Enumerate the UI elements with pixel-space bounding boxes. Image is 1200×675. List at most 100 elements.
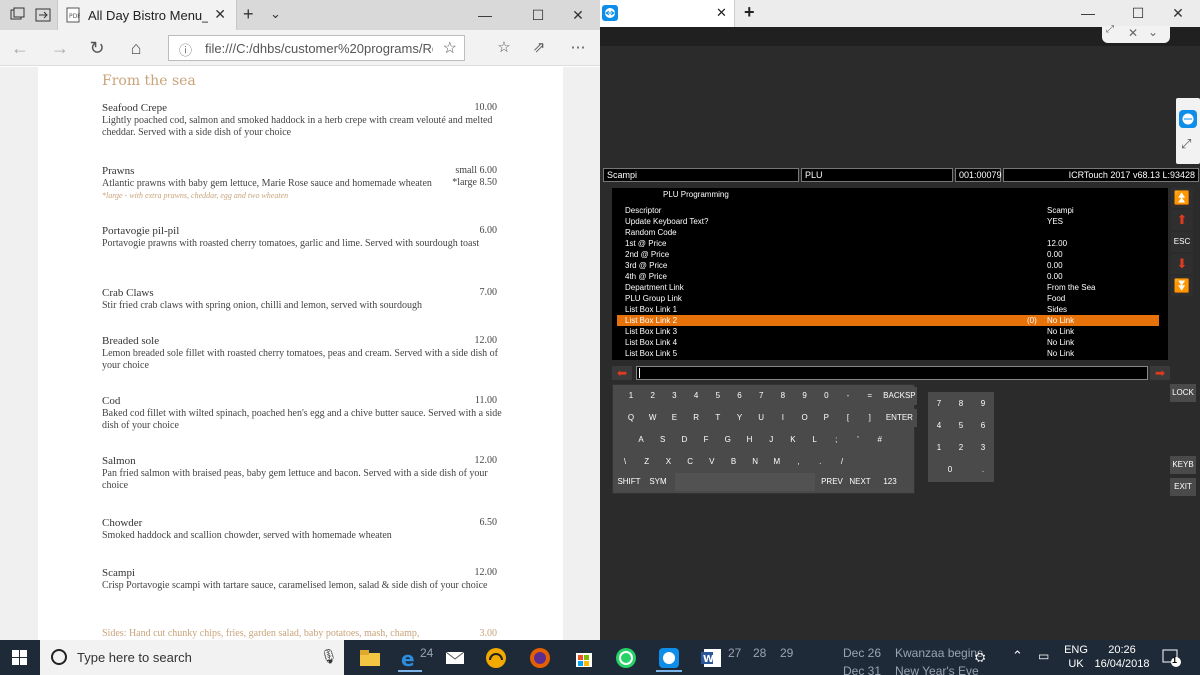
favorites-hub-icon[interactable]: ☆	[492, 36, 516, 60]
numpad-key[interactable]: 1	[928, 439, 950, 457]
more-options-icon[interactable]: ⋯	[566, 36, 590, 60]
key[interactable]: SHIFT	[615, 473, 643, 491]
key[interactable]: 0	[816, 387, 837, 405]
key[interactable]: [	[838, 409, 858, 427]
new-tab-icon[interactable]: +	[243, 4, 254, 25]
teamviewer-taskbar-icon[interactable]	[655, 644, 683, 672]
scroll-down-icon[interactable]: ⬇	[1171, 254, 1193, 274]
minimize-icon[interactable]: —	[462, 0, 508, 30]
plu-field-row[interactable]: Descriptor Scampi	[612, 205, 1168, 216]
key[interactable]: T	[707, 409, 728, 427]
plu-field-row[interactable]: 1st @ Price 12.00	[612, 238, 1168, 249]
key[interactable]: H	[739, 431, 760, 449]
plu-field-row[interactable]: 4th @ Price 0.00	[612, 271, 1168, 282]
plu-field-row[interactable]: 2nd @ Price 0.00	[612, 249, 1168, 260]
plu-field-row[interactable]: List Box Link 3 No Link	[612, 326, 1168, 337]
refresh-icon[interactable]: ↻	[85, 36, 109, 60]
key[interactable]: K	[782, 431, 803, 449]
key[interactable]: W	[642, 409, 663, 427]
start-button[interactable]	[0, 640, 40, 675]
edge-browser-icon[interactable]: e	[396, 644, 424, 672]
key[interactable]: B	[723, 453, 744, 471]
key[interactable]: S	[652, 431, 673, 449]
action-center-icon[interactable]	[1160, 646, 1182, 668]
firefox-icon[interactable]	[526, 644, 554, 672]
tab-manager-icon[interactable]	[10, 7, 26, 23]
close-session-tab-icon[interactable]: ✕	[716, 5, 727, 21]
scroll-up-icon[interactable]: ⬆	[1171, 210, 1193, 230]
plu-field-row[interactable]: Department Link From the Sea	[612, 282, 1168, 293]
numpad-key[interactable]: 0	[928, 461, 972, 479]
page-up-icon[interactable]: ⏫	[1171, 188, 1193, 208]
close-toolbar-icon[interactable]: ✕	[1128, 26, 1138, 40]
numpad-key[interactable]: 3	[972, 439, 994, 457]
key[interactable]: 3	[664, 387, 685, 405]
key[interactable]: 4	[686, 387, 707, 405]
key[interactable]: ]	[859, 409, 880, 427]
plu-field-row-selected[interactable]: List Box Link 2 No Link (0)	[617, 315, 1159, 326]
key[interactable]: 2	[642, 387, 663, 405]
numpad-key[interactable]: 6	[972, 417, 994, 435]
key[interactable]: ENTER	[881, 409, 918, 427]
key[interactable]: -	[838, 387, 858, 405]
key[interactable]: O	[794, 409, 815, 427]
key[interactable]: F	[696, 431, 717, 449]
numpad-key[interactable]: 4	[928, 417, 950, 435]
headphones-app-icon[interactable]	[482, 644, 510, 672]
key[interactable]: .	[810, 453, 831, 471]
close-tab-icon[interactable]: ✕	[214, 6, 226, 23]
key[interactable]: U	[751, 409, 772, 427]
key[interactable]: M	[766, 453, 787, 471]
teamviewer-logo-icon[interactable]	[1179, 110, 1197, 128]
cortana-icon[interactable]	[50, 648, 68, 666]
plu-field-row[interactable]: 3rd @ Price 0.00	[612, 260, 1168, 271]
remote-session-tab[interactable]: ✕	[600, 0, 735, 27]
plu-field-row[interactable]: Random Code	[612, 227, 1168, 238]
battery-icon[interactable]: ▭	[1038, 649, 1049, 663]
key[interactable]: P	[816, 409, 837, 427]
key[interactable]: PREV	[818, 473, 846, 491]
back-arrow-icon[interactable]: ←	[8, 36, 32, 60]
plu-field-row[interactable]: List Box Link 4 No Link	[612, 337, 1168, 348]
page-down-icon[interactable]: ⏬	[1171, 276, 1193, 296]
key[interactable]: Q	[621, 409, 641, 427]
taskbar-search[interactable]: Type here to search 🎙	[40, 640, 344, 675]
key[interactable]: #	[869, 431, 890, 449]
key[interactable]: 1	[621, 387, 641, 405]
plu-field-row[interactable]: List Box Link 5 No Link	[612, 348, 1168, 359]
chevron-down-icon[interactable]: ⌄	[1148, 25, 1158, 39]
plu-field-row[interactable]: PLU Group Link Food	[612, 293, 1168, 304]
tab-preview-chevron-icon[interactable]: ⌄	[270, 6, 281, 22]
key[interactable]: BACKSP	[881, 387, 918, 405]
key[interactable]: \	[615, 453, 635, 471]
whatsapp-icon[interactable]	[612, 644, 640, 672]
new-session-icon[interactable]: +	[744, 2, 755, 23]
forward-arrow-icon[interactable]: →	[48, 36, 72, 60]
key[interactable]: D	[674, 431, 695, 449]
key[interactable]: 8	[772, 387, 793, 405]
key[interactable]: =	[859, 387, 880, 405]
plu-field-row[interactable]: Update Keyboard Text? YES	[612, 216, 1168, 227]
plu-field-row[interactable]: List Box Link 1 Sides	[612, 304, 1168, 315]
info-icon[interactable]: ⓘ	[179, 40, 192, 59]
file-explorer-icon[interactable]	[356, 644, 384, 672]
toolbar-pull-tab[interactable]: ⤢ ✕ ⌄	[1102, 24, 1170, 43]
key[interactable]: R	[686, 409, 707, 427]
key[interactable]: '	[848, 431, 868, 449]
numpad-key[interactable]: 7	[928, 395, 950, 413]
key[interactable]: V	[701, 453, 722, 471]
keyboard-button[interactable]: KEYB	[1170, 456, 1196, 474]
key[interactable]: 9	[794, 387, 815, 405]
set-tabs-aside-icon[interactable]	[35, 7, 51, 23]
key[interactable]: G	[717, 431, 738, 449]
icr-text-input[interactable]	[636, 366, 1148, 380]
word-icon[interactable]: W	[698, 644, 726, 672]
numpad-key[interactable]: 8	[950, 395, 972, 413]
home-icon[interactable]: ⌂	[124, 36, 148, 60]
key[interactable]: Y	[729, 409, 750, 427]
fullscreen-icon[interactable]: ⤢	[1181, 136, 1191, 152]
key[interactable]: 5	[707, 387, 728, 405]
key[interactable]: L	[804, 431, 825, 449]
esc-button[interactable]: ESC	[1171, 232, 1193, 252]
lock-button[interactable]: LOCK	[1170, 384, 1196, 402]
